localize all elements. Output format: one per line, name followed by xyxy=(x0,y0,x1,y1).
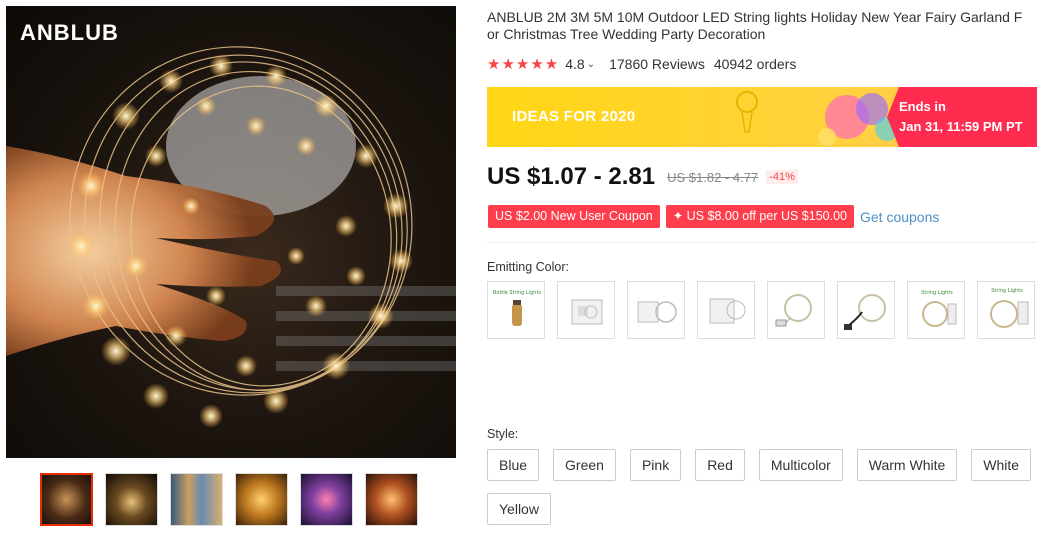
product-title: ANBLUB 2M 3M 5M 10M Outdoor LED String l… xyxy=(487,9,1042,43)
style-options: Blue Green Pink Red Multicolor Warm Whit… xyxy=(487,449,1047,525)
color-option-2[interactable] xyxy=(557,281,615,339)
rating-row: ★★★★★ 4.8 ⌄ 17860 Reviews 40942 orders xyxy=(487,55,796,73)
color-option-4[interactable] xyxy=(697,281,755,339)
store-coupon[interactable]: ✦ US $8.00 off per US $150.00 xyxy=(665,205,854,228)
ends-label: Ends in xyxy=(899,99,946,114)
fairy-lights-photo xyxy=(6,46,456,428)
color-option-1[interactable]: Bottle String Lights xyxy=(487,281,545,339)
thumbnail-6[interactable] xyxy=(365,473,418,526)
rating-value[interactable]: 4.8 xyxy=(565,56,584,72)
new-user-coupon[interactable]: US $2.00 New User Coupon xyxy=(488,205,660,228)
thumbnail-strip xyxy=(40,473,418,526)
thumbnail-2[interactable] xyxy=(105,473,158,526)
section-divider xyxy=(487,242,1037,243)
promo-banner[interactable]: IDEAS FOR 2020 Ends in Jan 31, 11:59 PM … xyxy=(487,87,1037,147)
svg-text:String Lights: String Lights xyxy=(921,290,953,296)
style-label: Style: xyxy=(487,427,519,441)
current-price: US $1.07 - 2.81 xyxy=(487,163,656,190)
reviews-count[interactable]: 17860 Reviews xyxy=(609,56,705,72)
star-rating-icon: ★★★★★ xyxy=(487,56,560,73)
price-row: US $1.07 - 2.81 US $1.82 - 4.77 -41% xyxy=(487,163,798,191)
svg-text:String Lights: String Lights xyxy=(991,288,1023,294)
color-option-3[interactable] xyxy=(627,281,685,339)
emitting-color-label: Emitting Color: xyxy=(487,260,569,274)
svg-text:Bottle String Lights: Bottle String Lights xyxy=(493,290,541,296)
color-swatches: Bottle String Lights String Lights Strin… xyxy=(487,281,1047,339)
chevron-down-icon[interactable]: ⌄ xyxy=(587,59,595,70)
style-white[interactable]: White xyxy=(971,449,1032,481)
color-option-8[interactable]: String Lights xyxy=(977,281,1035,339)
color-option-6[interactable] xyxy=(837,281,895,339)
coupon-row: US $2.00 New User Coupon ✦ US $8.00 off … xyxy=(488,205,939,228)
style-red[interactable]: Red xyxy=(695,449,745,481)
color-option-7[interactable]: String Lights xyxy=(907,281,965,339)
color-option-5[interactable] xyxy=(767,281,825,339)
ends-time: Jan 31, 11:59 PM PT xyxy=(899,119,1023,134)
thumbnail-1[interactable] xyxy=(40,473,93,526)
banner-ideas-text: IDEAS FOR 2020 xyxy=(512,108,636,125)
product-title-line2: or Christmas Tree Wedding Party Decorati… xyxy=(487,26,766,42)
style-yellow[interactable]: Yellow xyxy=(487,493,551,525)
style-multicolor[interactable]: Multicolor xyxy=(758,449,843,481)
brand-watermark: ANBLUB xyxy=(20,20,119,45)
thumbnail-5[interactable] xyxy=(300,473,353,526)
style-warm-white[interactable]: Warm White xyxy=(856,449,958,481)
main-product-image[interactable]: ANBLUB xyxy=(6,6,456,458)
thumbnail-3[interactable] xyxy=(170,473,223,526)
thumbnail-4[interactable] xyxy=(235,473,288,526)
countdown-panel: Ends in Jan 31, 11:59 PM PT xyxy=(887,87,1037,147)
get-coupons-link[interactable]: Get coupons xyxy=(860,209,939,225)
discount-badge: -41% xyxy=(766,170,798,184)
style-green[interactable]: Green xyxy=(553,449,616,481)
original-price: US $1.82 - 4.77 xyxy=(667,169,759,185)
product-title-line1: ANBLUB 2M 3M 5M 10M Outdoor LED String l… xyxy=(487,9,1023,25)
style-pink[interactable]: Pink xyxy=(629,449,682,481)
style-blue[interactable]: Blue xyxy=(487,449,540,481)
orders-count: 40942 orders xyxy=(713,56,797,72)
